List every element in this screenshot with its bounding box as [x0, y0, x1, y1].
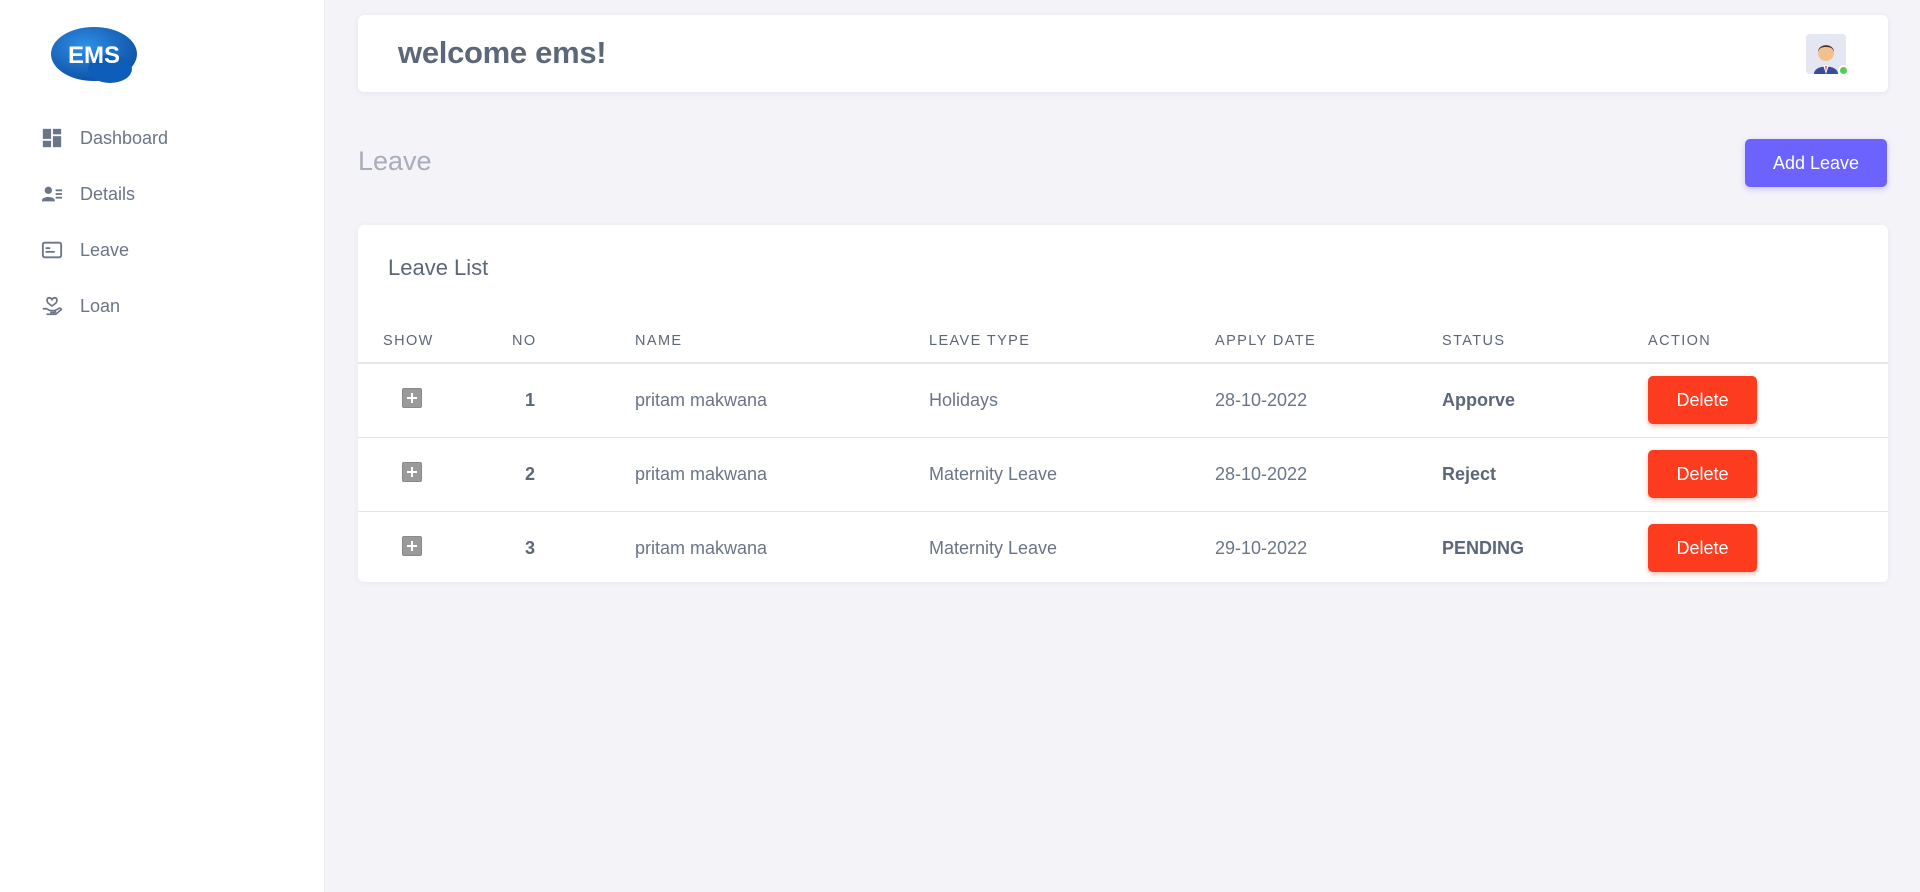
column-header-status[interactable]: STATUS — [1442, 319, 1648, 364]
welcome-text: welcome ems! — [398, 35, 607, 70]
sidebar-nav: Dashboard Details Leave Loan — [40, 110, 168, 334]
column-header-leave-type[interactable]: LEAVE TYPE — [929, 319, 1215, 364]
online-status-indicator — [1838, 65, 1849, 76]
sidebar-item-label: Details — [80, 183, 136, 204]
cell-no: 2 — [512, 437, 635, 512]
table-row: 2 pritam makwana Maternity Leave 28-10-2… — [358, 437, 1888, 512]
user-details-icon — [40, 182, 64, 206]
delete-button[interactable]: Delete — [1648, 376, 1757, 425]
expand-row-icon[interactable] — [402, 461, 422, 482]
cell-leave-type: Maternity Leave — [929, 437, 1215, 512]
leave-table: SHOW NO NAME LEAVE TYPE APPLY DATE STATU… — [358, 319, 1888, 582]
cell-name: pritam makwana — [635, 437, 929, 512]
ems-logo[interactable]: EMS — [50, 25, 140, 85]
user-avatar[interactable] — [1806, 34, 1849, 76]
column-header-no[interactable]: NO — [512, 319, 635, 364]
column-header-show[interactable]: SHOW — [358, 319, 512, 364]
hand-heart-icon — [40, 294, 64, 318]
column-header-apply-date[interactable]: APPLY DATE — [1215, 319, 1442, 364]
cell-status: PENDING — [1442, 537, 1525, 558]
sidebar-item-loan[interactable]: Loan — [40, 278, 168, 334]
cell-name: pritam makwana — [635, 363, 929, 438]
cell-name: pritam makwana — [635, 537, 768, 558]
leave-list-card: Leave List SHOW NO NAME LEAVE TYPE APPLY… — [358, 225, 1888, 582]
expand-row-icon[interactable] — [402, 387, 422, 408]
delete-button[interactable]: Delete — [1648, 450, 1757, 498]
top-header: welcome ems! — [358, 15, 1888, 92]
column-header-name[interactable]: NAME — [635, 319, 929, 364]
sidebar-item-label: Dashboard — [80, 127, 169, 148]
cell-apply-date: 28-10-2022 — [1215, 437, 1442, 512]
sidebar-item-details[interactable]: Details — [40, 166, 168, 222]
page-title: Leave — [358, 146, 432, 176]
table-row: 3 pritam makwana Maternity Leave 29-10-2… — [358, 511, 1888, 582]
sidebar-item-dashboard[interactable]: Dashboard — [40, 110, 168, 166]
cell-no: 1 — [512, 363, 635, 438]
cell-status: Apporve — [1442, 389, 1516, 410]
cell-leave-type: Holidays — [929, 363, 1215, 438]
delete-button[interactable]: Delete — [1648, 524, 1757, 573]
sidebar-item-label: Leave — [80, 239, 130, 260]
id-card-icon — [40, 238, 64, 262]
svg-text:EMS: EMS — [68, 42, 120, 69]
sidebar-item-leave[interactable]: Leave — [40, 222, 168, 278]
cell-leave-type: Maternity Leave — [929, 537, 1058, 558]
card-title: Leave List — [388, 255, 489, 280]
sidebar-item-label: Loan — [80, 295, 121, 316]
column-header-action[interactable]: ACTION — [1648, 319, 1888, 364]
sidebar: EMS Dashboard Details Leave Loan — [0, 0, 325, 892]
cell-apply-date: 28-10-2022 — [1215, 363, 1442, 438]
cell-status: Reject — [1442, 463, 1497, 484]
add-leave-button[interactable]: Add Leave — [1745, 139, 1887, 187]
table-row: 1 pritam makwana Holidays 28-10-2022 App… — [358, 363, 1888, 438]
cell-no: 3 — [524, 537, 535, 558]
cell-apply-date: 29-10-2022 — [1215, 537, 1308, 558]
table-header-row: SHOW NO NAME LEAVE TYPE APPLY DATE STATU… — [358, 319, 1888, 364]
dashboard-icon — [40, 126, 64, 150]
expand-row-icon[interactable] — [402, 535, 422, 556]
